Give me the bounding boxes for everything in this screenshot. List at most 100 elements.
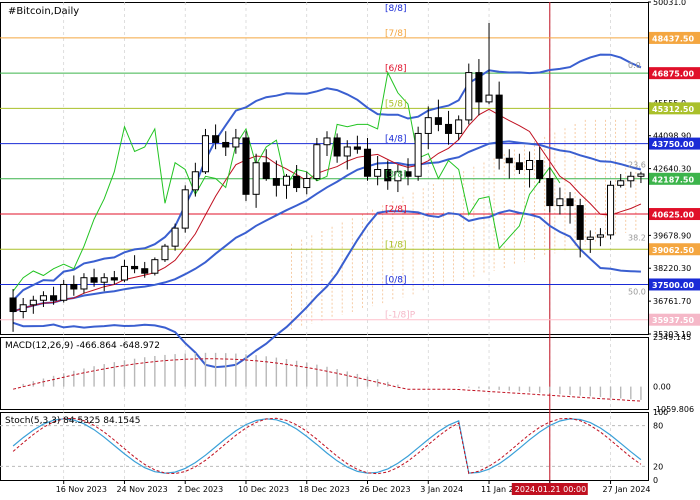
level-price-label: 46875.00 [652, 70, 694, 79]
candle-body [131, 265, 139, 270]
candle-body [242, 137, 250, 195]
candle-body [576, 205, 584, 240]
candle-body [475, 72, 483, 103]
candle-body [333, 137, 341, 157]
candle-body [363, 148, 372, 177]
candle-body [232, 137, 240, 148]
candle-body [313, 144, 321, 180]
candle-body [181, 189, 189, 229]
level-price-label: 35937.50 [652, 316, 694, 325]
candle-body [9, 297, 17, 313]
fib-label: 0.0 [628, 61, 641, 70]
candle-body [556, 198, 564, 207]
candle-body [161, 245, 169, 261]
candle-body [566, 198, 574, 207]
time-tick-label: 10 Dec 2023 [238, 485, 289, 494]
candle-body [141, 268, 149, 274]
candle-body [50, 295, 58, 301]
time-tick-label: 26 Dec 2023 [360, 485, 411, 494]
candle-body [252, 162, 260, 195]
candle-body [617, 180, 625, 186]
murrey-label: [2/8] [385, 205, 407, 215]
murrey-label: [-1/8]P [385, 311, 416, 321]
stoch-label: Stoch(5,3,3) 84.5325 84.1545 [5, 416, 140, 426]
candle-body [495, 94, 503, 159]
price-axis: 50031.048437.5046875.0045555.045312.5044… [648, 0, 700, 339]
stoch-tick-label: 20 [653, 462, 663, 471]
time-axis: 16 Nov 2023 24 Nov 2023 2 Dec 2023 10 Dec 2… [56, 480, 651, 495]
chart-title: #Bitcoin,Daily [8, 6, 79, 17]
level-price-label: 48437.50 [652, 34, 694, 43]
candle-body [100, 277, 108, 283]
candle-body [201, 135, 210, 173]
time-tick-label: 3 Jan 2024 [420, 485, 463, 494]
macd-tick-label: 2349.145 [653, 333, 691, 342]
bollinger-upper [12, 53, 642, 302]
chart-root: [8/8] [7/8] [6/8] [5/8] [4/8] [3/8] [2/8] [1/8]… [0, 0, 700, 500]
time-tick-label: 27 Jan 2024 [603, 485, 651, 494]
murrey-label: [7/8] [385, 29, 407, 39]
time-tick-label: 2 Dec 2023 [177, 485, 223, 494]
candle-body [80, 277, 88, 290]
price-chart: [8/8] [7/8] [6/8] [5/8] [4/8] [3/8] [2/8] [1/8]… [0, 0, 700, 495]
price-tick-label: 42640.30 [653, 165, 691, 174]
indicator-lines [12, 53, 642, 369]
murrey-label: [8/8] [385, 4, 407, 14]
candle-body [526, 159, 534, 171]
murrey-label: [4/8] [385, 135, 407, 145]
candle-body [303, 178, 311, 189]
candle-body [586, 236, 594, 240]
stoch-tick-label: 100 [653, 408, 668, 417]
candle-body [424, 117, 432, 134]
fib-label: 23.6 [628, 160, 646, 169]
stoch-main-line [12, 418, 642, 474]
candle-body [374, 169, 382, 177]
candle-body [191, 171, 199, 191]
candle-body [414, 132, 422, 177]
murrey-label: [5/8] [385, 99, 407, 109]
candle-body [293, 175, 301, 189]
level-price-label: 42187.50 [652, 175, 694, 184]
candle-body [596, 234, 604, 238]
price-tick-label: 50031.0 [653, 0, 686, 7]
candle-body [19, 304, 27, 313]
price-tick-label: 39678.90 [653, 231, 691, 240]
candle-body [343, 146, 351, 157]
level-price-label: 39062.50 [652, 246, 694, 255]
candle-body [262, 162, 270, 180]
macd-tick-label: 0.00 [653, 383, 671, 392]
level-price-label: 40625.00 [652, 211, 694, 220]
stoch-signal-line [12, 417, 642, 475]
price-tick-label: 36761.70 [653, 297, 691, 306]
candle-body [39, 295, 47, 301]
candle-body [444, 123, 453, 134]
candle-body [455, 119, 463, 134]
candle-body [627, 175, 635, 182]
candle-body [90, 277, 98, 283]
murrey-label: [6/8] [385, 64, 407, 74]
candle-body [637, 173, 645, 177]
fib-label: 38.2 [628, 234, 646, 243]
candle-body [515, 162, 523, 171]
candle-body [485, 94, 493, 103]
candle-body [29, 299, 37, 306]
time-tick-label: 16 Nov 2023 [56, 485, 107, 494]
candle-body [70, 283, 78, 290]
candle-body [546, 178, 554, 207]
ichimoku-cloud [291, 119, 637, 330]
level-price-label: 45312.50 [652, 105, 694, 114]
candle-body [272, 178, 280, 186]
level-price-label: 43750.00 [652, 140, 694, 149]
candle-body [110, 277, 118, 281]
fib-label: 50.0 [628, 288, 646, 297]
time-tick-label: 24 Nov 2023 [116, 485, 167, 494]
stoch-tick-label: 80 [653, 422, 663, 431]
candle-body [171, 227, 179, 247]
macd-label: MACD(12,26,9) -466.864 -648.972 [5, 341, 160, 351]
candle-body [505, 157, 513, 164]
candle-body [282, 175, 291, 186]
murrey-label: [3/8] [385, 170, 407, 180]
candle-body [465, 72, 473, 121]
stoch-tick-label: 0 [653, 476, 658, 485]
candle-body [323, 137, 331, 146]
